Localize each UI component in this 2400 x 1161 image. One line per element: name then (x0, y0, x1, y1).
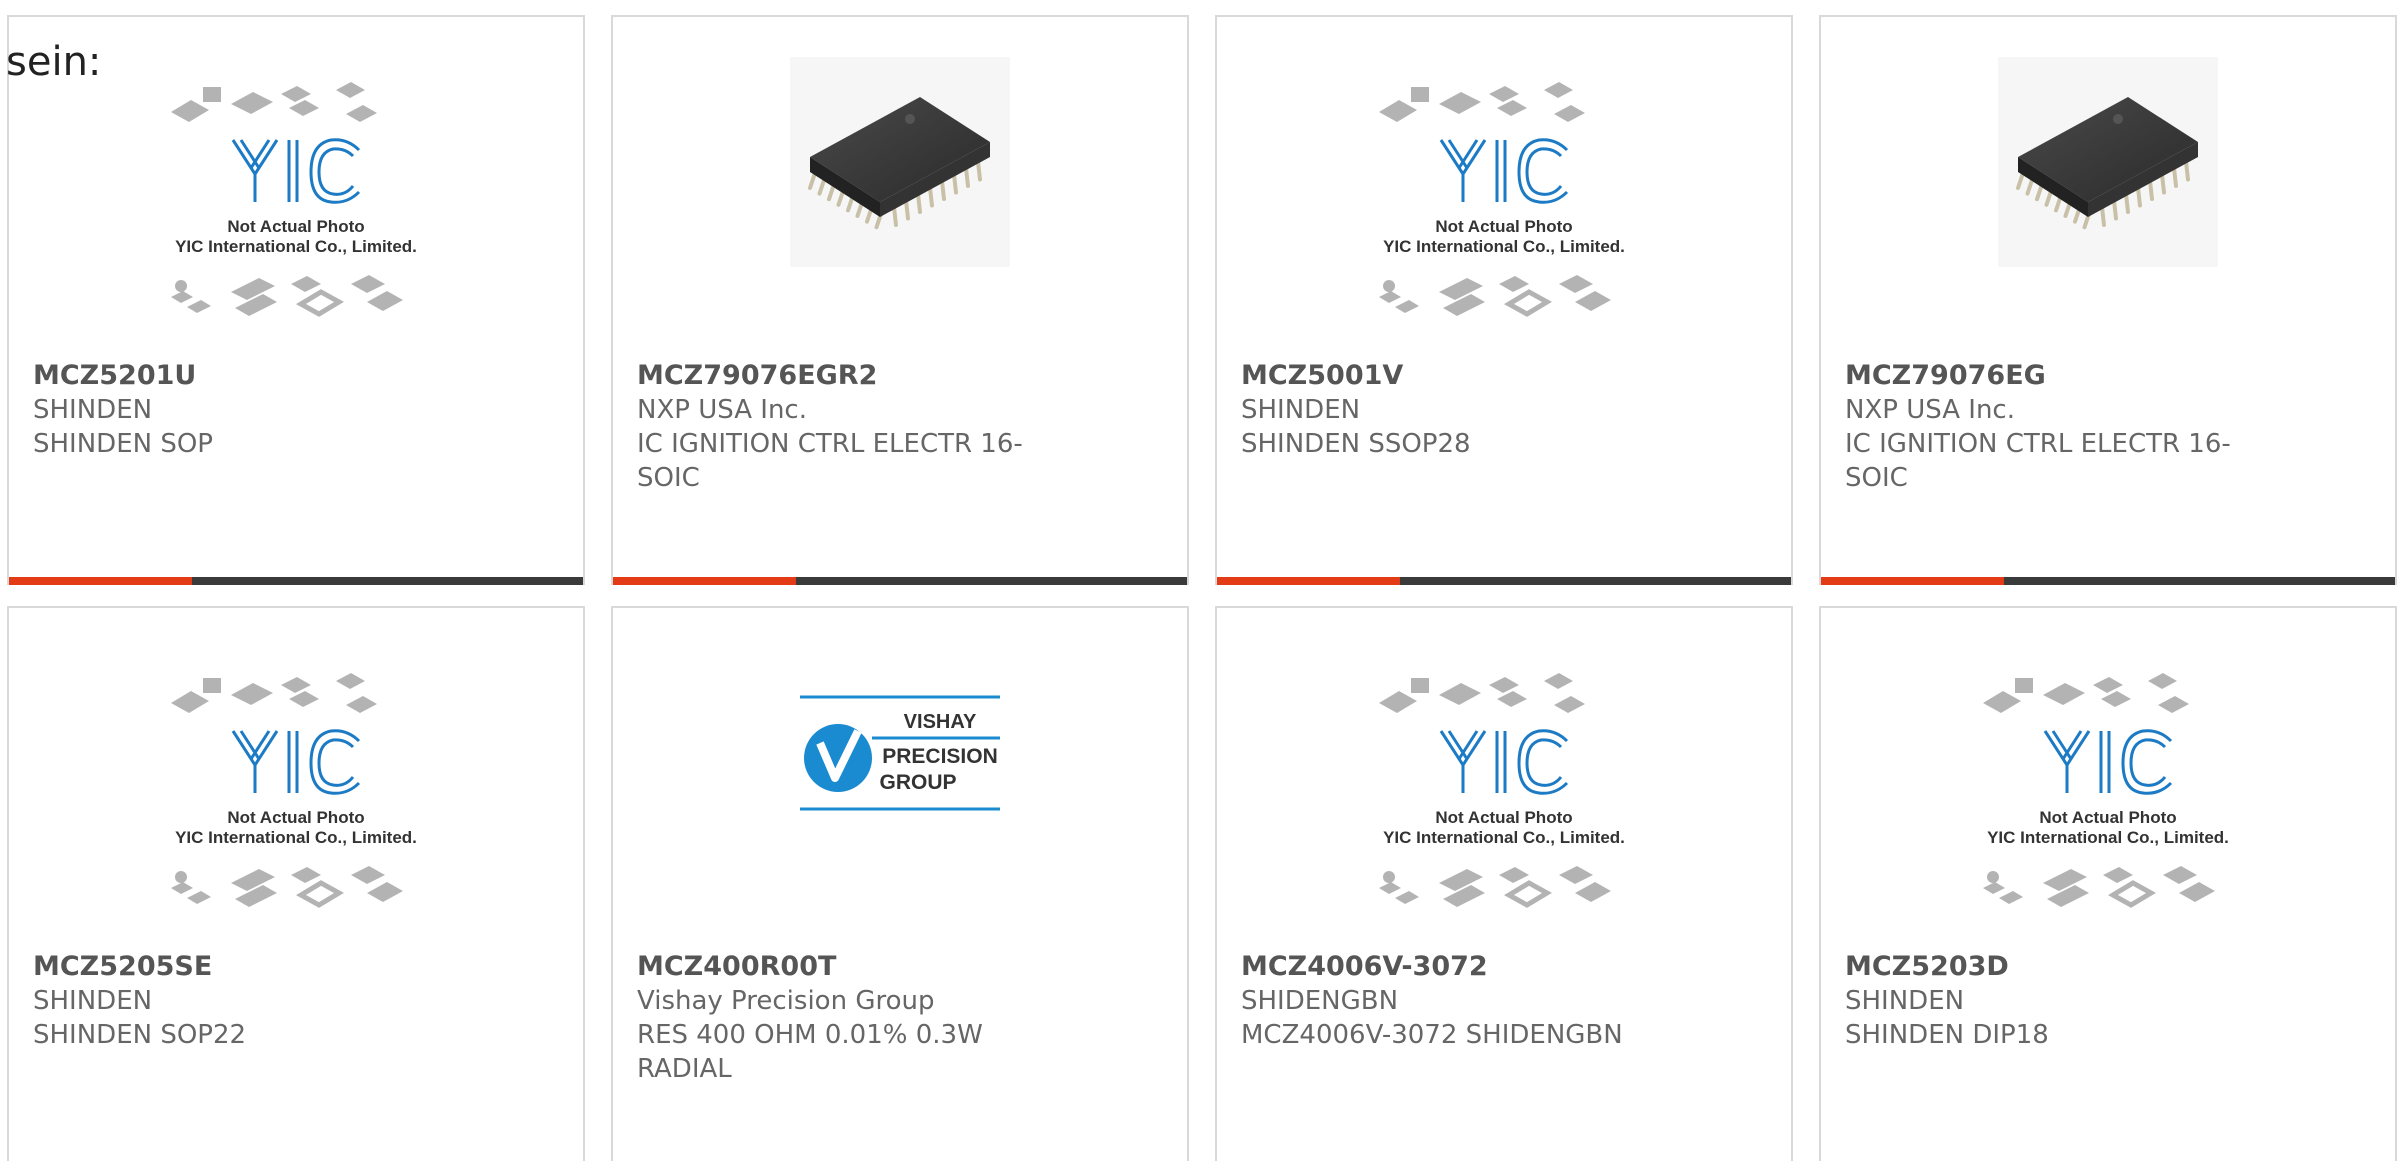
description-label: MCZ4006V-3072 SHIDENGBN (1241, 1020, 1623, 1050)
manufacturer-label: Vishay Precision Group (637, 986, 935, 1016)
yic-logo (231, 729, 361, 795)
manufacturer-label: SHINDEN (33, 395, 153, 425)
card-accent-highlight (613, 577, 796, 585)
part-number-link[interactable]: MCZ79076EGR2 (637, 359, 1057, 393)
svg-text:GROUP: GROUP (879, 771, 956, 794)
description-label: SHINDEN SOP (33, 429, 213, 459)
product-card[interactable]: Not Actual Photo YIC International Co., … (1215, 15, 1793, 585)
product-card[interactable]: Not Actual Photo YIC International Co., … (1215, 606, 1793, 1161)
description-label: SHINDEN SSOP28 (1241, 429, 1471, 459)
manufacturer-label: SHINDEN (1241, 395, 1361, 425)
yic-logo (231, 138, 361, 204)
part-number-link[interactable]: MCZ5203D (1845, 950, 2265, 984)
product-card[interactable]: Not Actual Photo YIC International Co., … (7, 15, 585, 585)
svg-text:VISHAY: VISHAY (904, 711, 977, 733)
card-accent-bar (9, 577, 583, 585)
part-number-link[interactable]: MCZ5201U (33, 359, 453, 393)
vishay-logo: VISHAY PRECISION GROUP (800, 695, 1000, 811)
svg-text:Not Actual Photo: Not Actual Photo (227, 808, 364, 827)
product-info: MCZ4006V-3072 SHIDENGBN MCZ4006V-3072 SHID… (1241, 950, 1661, 1052)
product-info: MCZ5203D SHINDEN SHINDEN DIP18 (1845, 950, 2265, 1052)
product-image[interactable]: VISHAY PRECISION GROUP (613, 598, 1187, 908)
soic-chip-icon (790, 57, 1010, 267)
card-accent-bar (1217, 577, 1791, 585)
svg-text:YIC International Co., Limited: YIC International Co., Limited. (1987, 828, 2229, 847)
product-info: MCZ79076EGR2 NXP USA Inc. IC IGNITION CTRL… (637, 359, 1057, 495)
product-info: MCZ79076EG NXP USA Inc. IC IGNITION CTRL E… (1845, 359, 2265, 495)
manufacturer-label: SHINDEN (1845, 986, 1965, 1016)
manufacturer-label: SHINDEN (33, 986, 153, 1016)
card-accent-bar (1821, 577, 2395, 585)
product-card[interactable]: MCZ79076EGR2 NXP USA Inc. IC IGNITION CTRL… (611, 15, 1189, 585)
not-actual-photo-icon: Not Actual Photo YIC International Co., … (171, 82, 417, 317)
product-card[interactable]: Not Actual Photo YIC International Co., … (1819, 606, 2397, 1161)
svg-text:PRECISION: PRECISION (882, 745, 998, 768)
svg-text:YIC International Co., Limited: YIC International Co., Limited. (1383, 828, 1625, 847)
description-label: IC IGNITION CTRL ELECTR 16-SOIC (637, 429, 1023, 493)
product-grid-page: sein: Not Actual Photo YIC International… (0, 0, 2400, 1161)
part-number-link[interactable]: MCZ5001V (1241, 359, 1661, 393)
soic-chip-icon (1998, 57, 2218, 267)
not-actual-photo-icon: Not Actual Photo YIC International Co., … (1983, 673, 2229, 908)
manufacturer-label: NXP USA Inc. (637, 395, 807, 425)
svg-text:Not Actual Photo: Not Actual Photo (1435, 217, 1572, 236)
product-info: MCZ5001V SHINDEN SHINDEN SSOP28 (1241, 359, 1661, 461)
svg-text:YIC International Co., Limited: YIC International Co., Limited. (175, 237, 417, 256)
intro-text: sein: (6, 39, 102, 85)
description-label: RES 400 OHM 0.01% 0.3W RADIAL (637, 1020, 983, 1084)
manufacturer-label: SHIDENGBN (1241, 986, 1399, 1016)
product-card[interactable]: Not Actual Photo YIC International Co., … (7, 606, 585, 1161)
product-image[interactable]: Not Actual Photo YIC International Co., … (1217, 47, 1791, 357)
svg-text:Not Actual Photo: Not Actual Photo (227, 217, 364, 236)
part-number-link[interactable]: MCZ5205SE (33, 950, 453, 984)
product-image[interactable] (1821, 7, 2395, 317)
product-image[interactable]: Not Actual Photo YIC International Co., … (1821, 638, 2395, 948)
product-image[interactable]: Not Actual Photo YIC International Co., … (1217, 638, 1791, 948)
yic-logo (1439, 729, 1569, 795)
card-accent-highlight (9, 577, 192, 585)
manufacturer-label: NXP USA Inc. (1845, 395, 2015, 425)
svg-text:Not Actual Photo: Not Actual Photo (2039, 808, 2176, 827)
product-card[interactable]: MCZ79076EG NXP USA Inc. IC IGNITION CTRL E… (1819, 15, 2397, 585)
svg-text:YIC International Co., Limited: YIC International Co., Limited. (175, 828, 417, 847)
product-info: MCZ5201U SHINDEN SHINDEN SOP (33, 359, 453, 461)
part-number-link[interactable]: MCZ400R00T (637, 950, 1057, 984)
description-label: SHINDEN SOP22 (33, 1020, 247, 1050)
yic-logo (2043, 729, 2173, 795)
product-image[interactable] (613, 7, 1187, 317)
part-number-link[interactable]: MCZ79076EG (1845, 359, 2265, 393)
product-image[interactable]: Not Actual Photo YIC International Co., … (9, 638, 583, 948)
card-accent-bar (613, 577, 1187, 585)
product-info: MCZ5205SE SHINDEN SHINDEN SOP22 (33, 950, 453, 1052)
card-accent-highlight (1217, 577, 1400, 585)
description-label: IC IGNITION CTRL ELECTR 16-SOIC (1845, 429, 2231, 493)
svg-text:YIC International Co., Limited: YIC International Co., Limited. (1383, 237, 1625, 256)
product-card[interactable]: VISHAY PRECISION GROUP MCZ400R00T Vishay … (611, 606, 1189, 1161)
product-info: MCZ400R00T Vishay Precision Group RES 400 … (637, 950, 1057, 1086)
svg-text:Not Actual Photo: Not Actual Photo (1435, 808, 1572, 827)
not-actual-photo-icon: Not Actual Photo YIC International Co., … (1379, 82, 1625, 317)
product-image[interactable]: Not Actual Photo YIC International Co., … (9, 47, 583, 357)
not-actual-photo-icon: Not Actual Photo YIC International Co., … (1379, 673, 1625, 908)
yic-logo (1439, 138, 1569, 204)
card-accent-highlight (1821, 577, 2004, 585)
part-number-link[interactable]: MCZ4006V-3072 (1241, 950, 1661, 984)
not-actual-photo-icon: Not Actual Photo YIC International Co., … (171, 673, 417, 908)
description-label: SHINDEN DIP18 (1845, 1020, 2049, 1050)
